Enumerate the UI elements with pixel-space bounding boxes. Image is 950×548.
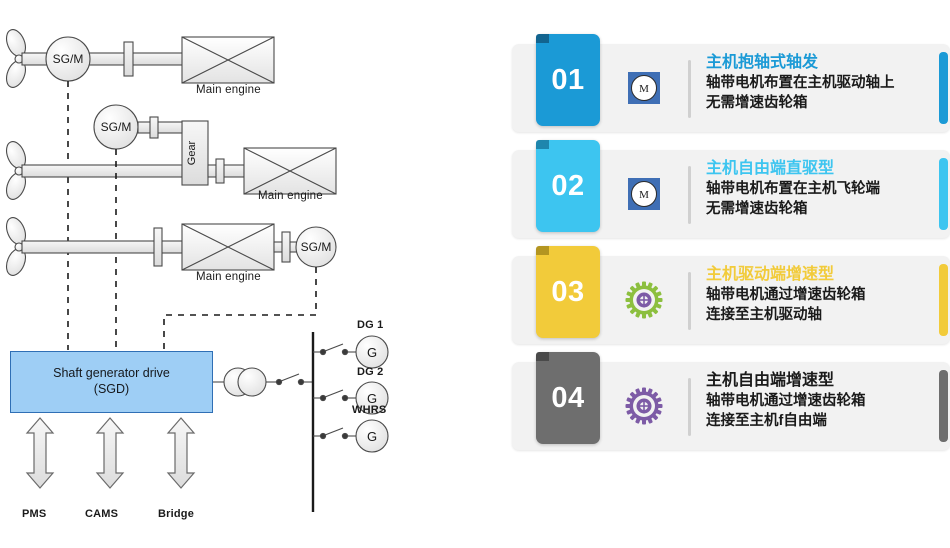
main-engine-label-2: Main engine [258, 190, 323, 202]
card-line-04-1: 轴带电机通过增速齿轮箱 [706, 393, 866, 410]
sgd-box: Shaft generator drive (SGD) [10, 351, 213, 413]
sgm-label-1: SG/M [53, 52, 84, 66]
gear-icon-purple [624, 386, 664, 426]
type-card-02[interactable]: 02 M 主机自由端直驱型 轴带电机布置在主机飞轮端 无需增速齿轮箱 [512, 140, 950, 238]
interface-label-cams: CAMS [85, 508, 119, 520]
interface-label-bridge: Bridge [158, 508, 195, 520]
card-line-02-2: 无需增速齿轮箱 [706, 200, 808, 217]
badge-number-03: 03 [536, 246, 600, 338]
arrow-cams [95, 417, 125, 489]
badge-number-04: 04 [536, 352, 600, 444]
card-text-01: 主机抱轴式轴发 轴带电机布置在主机驱动轴上 无需增速齿轮箱 [706, 52, 924, 113]
generator-symbol-dg1: G [367, 345, 377, 360]
card-line-04-2: 连接至主机f自由端 [706, 412, 827, 429]
badge-fold-04 [536, 352, 549, 361]
badge-fold-03 [536, 246, 549, 255]
arrow-bridge [166, 417, 196, 489]
sgm-label-2: SG/M [101, 120, 132, 134]
motor-icon: M [624, 174, 664, 214]
sgd-line-2: (SGD) [93, 382, 130, 396]
shaft-generator-schematic: SG/M SG/M SG/M Gear G G G Main engine Ma… [0, 0, 510, 548]
card-text-03: 主机驱动端增速型 轴带电机通过增速齿轮箱 连接至主机驱动轴 [706, 264, 924, 325]
card-text-02: 主机自由端直驱型 轴带电机布置在主机飞轮端 无需增速齿轮箱 [706, 158, 924, 219]
interface-label-pms: PMS [22, 508, 47, 520]
sgm-label-3: SG/M [301, 240, 332, 254]
svg-text:M: M [639, 189, 649, 201]
sgd-line-1: Shaft generator drive [53, 366, 170, 381]
screenshot-root: SG/M SG/M SG/M Gear G G G Main engine Ma… [0, 0, 950, 548]
generator-symbol-whrs: G [367, 429, 377, 444]
card-line-02-1: 轴带电机布置在主机飞轮端 [706, 181, 880, 198]
card-accent-03 [939, 264, 948, 336]
arrow-pms [25, 417, 55, 489]
card-line-01-1: 轴带电机布置在主机驱动轴上 [706, 75, 895, 92]
card-divider-01 [688, 60, 691, 118]
card-title-01: 主机抱轴式轴发 [706, 54, 819, 71]
transformer-coil-2 [237, 367, 267, 397]
svg-text:M: M [639, 83, 649, 95]
interface-arrows [25, 417, 196, 489]
card-accent-04 [939, 370, 948, 442]
badge-fold-01 [536, 34, 549, 43]
card-accent-01 [939, 52, 948, 124]
generator-label-whrs: WHRS [352, 404, 387, 416]
card-line-03-1: 轴带电机通过增速齿轮箱 [706, 287, 866, 304]
shaft-generator-type-list: 01 M 主机抱轴式轴发 轴带电机布置在主机驱动轴上 无需增速齿轮箱 02 M … [512, 34, 950, 468]
type-card-03[interactable]: 03 主机驱动端增速型 轴带电机通过增速齿轮箱 连接至主机驱动轴 [512, 246, 950, 344]
card-divider-03 [688, 272, 691, 330]
badge-number-02: 02 [536, 140, 600, 232]
card-divider-02 [688, 166, 691, 224]
card-line-03-2: 连接至主机驱动轴 [706, 306, 822, 323]
generator-label-dg2: DG 2 [357, 366, 384, 378]
diagram-row-1 [5, 29, 275, 350]
diagram-row-2 [5, 104, 337, 350]
card-text-04: 主机自由端增速型 轴带电机通过增速齿轮箱 连接至主机f自由端 [706, 370, 924, 431]
gear-icon-green [624, 280, 664, 320]
card-title-04: 主机自由端增速型 [706, 372, 835, 389]
card-line-01-2: 无需增速齿轮箱 [706, 94, 808, 111]
badge-fold-02 [536, 140, 549, 149]
card-title-02: 主机自由端直驱型 [706, 160, 835, 177]
generator-label-dg1: DG 1 [357, 319, 384, 331]
badge-number-01: 01 [536, 34, 600, 126]
card-divider-04 [688, 378, 691, 436]
type-card-01[interactable]: 01 M 主机抱轴式轴发 轴带电机布置在主机驱动轴上 无需增速齿轮箱 [512, 34, 950, 132]
type-card-04[interactable]: 04 主机自由端增速型 轴带电机通过增速齿轮箱 连接至主机f自由端 [512, 352, 950, 450]
gear-label: Gear [186, 140, 198, 165]
main-engine-label-1: Main engine [196, 84, 261, 96]
power-distribution [210, 332, 389, 512]
card-title-03: 主机驱动端增速型 [706, 266, 835, 283]
motor-icon: M [624, 68, 664, 108]
main-engine-label-3: Main engine [196, 271, 261, 283]
card-accent-02 [939, 158, 948, 230]
diagram-row-3 [5, 217, 337, 350]
